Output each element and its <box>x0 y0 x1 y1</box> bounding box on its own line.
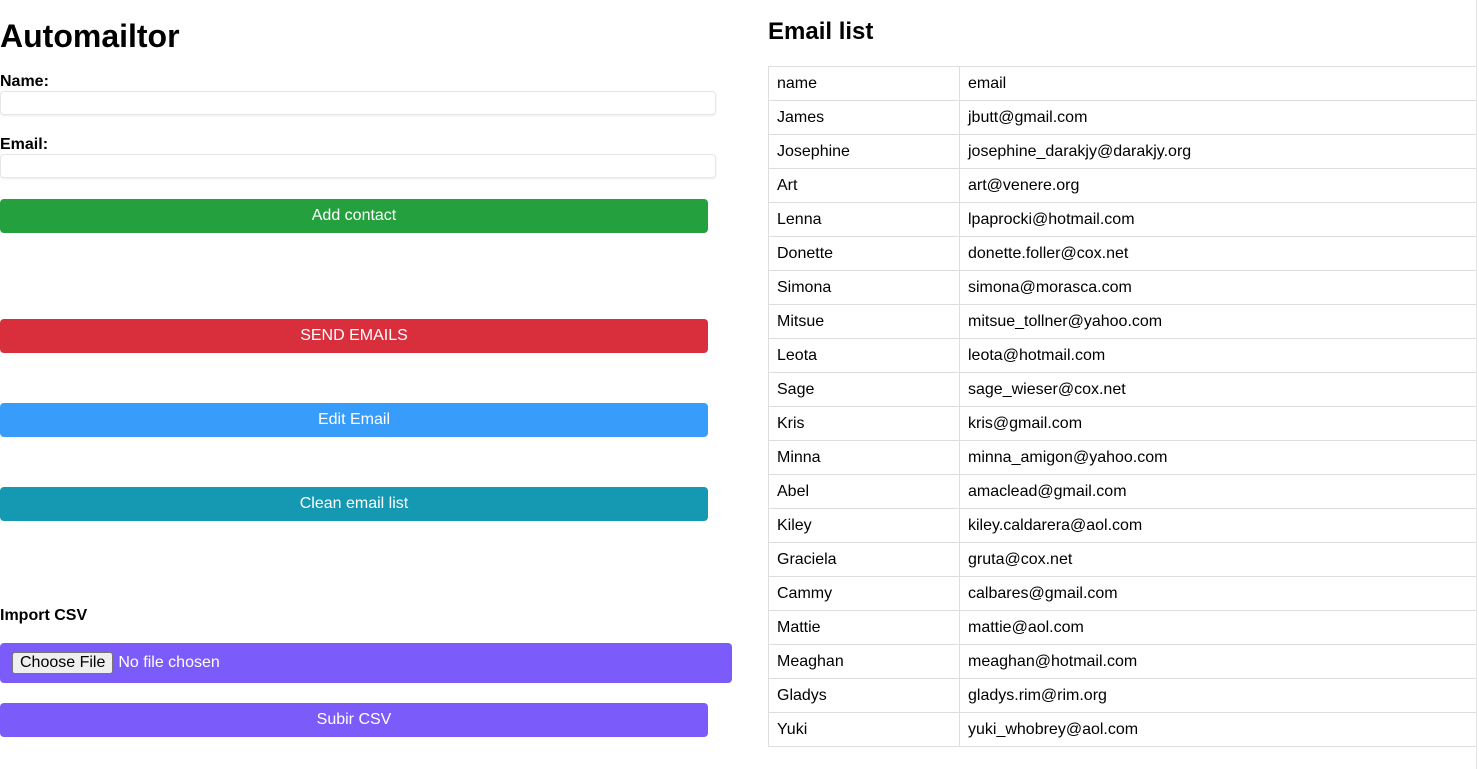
cell-email: gladys.rim@rim.org <box>959 678 1477 713</box>
table-row: Leota leota@hotmail.com <box>768 338 1477 373</box>
upload-csv-button[interactable]: Subir CSV <box>0 703 708 737</box>
table-row: Donette donette.foller@cox.net <box>768 236 1477 271</box>
cell-email: minna_amigon@yahoo.com <box>959 440 1477 475</box>
table-row: Meaghan meaghan@hotmail.com <box>768 644 1477 679</box>
clean-email-list-button[interactable]: Clean email list <box>0 487 708 521</box>
cell-name: Yuki <box>768 712 960 747</box>
name-input[interactable] <box>0 91 716 115</box>
cell-email: gruta@cox.net <box>959 542 1477 577</box>
cell-email: meaghan@hotmail.com <box>959 644 1477 679</box>
choose-file-button[interactable]: Choose File <box>12 652 114 674</box>
scrollbar-track[interactable] <box>1476 0 1477 769</box>
cell-name: Simona <box>768 270 960 305</box>
table-row: Sage sage_wieser@cox.net <box>768 372 1477 407</box>
email-input[interactable] <box>0 154 716 178</box>
table-row: Kris kris@gmail.com <box>768 406 1477 441</box>
app-title: Automailtor <box>0 18 180 54</box>
add-contact-button[interactable]: Add contact <box>0 199 708 233</box>
cell-email: mitsue_tollner@yahoo.com <box>959 304 1477 339</box>
table-row: Graciela gruta@cox.net <box>768 542 1477 577</box>
cell-email: simona@morasca.com <box>959 270 1477 305</box>
cell-email: sage_wieser@cox.net <box>959 372 1477 407</box>
cell-name: Sage <box>768 372 960 407</box>
cell-name: Mitsue <box>768 304 960 339</box>
column-header-name: name <box>768 66 960 101</box>
cell-name: Abel <box>768 474 960 509</box>
table-row: Mattie mattie@aol.com <box>768 610 1477 645</box>
table-row: Simona simona@morasca.com <box>768 270 1477 305</box>
cell-email: josephine_darakjy@darakjy.org <box>959 134 1477 169</box>
csv-file-input[interactable]: Choose File No file chosen <box>0 643 732 683</box>
file-status-text: No file chosen <box>118 654 220 671</box>
table-row: Cammy calbares@gmail.com <box>768 576 1477 611</box>
column-header-email: email <box>959 66 1477 101</box>
send-emails-button[interactable]: SEND EMAILS <box>0 319 708 353</box>
table-header-row: name email <box>768 66 1477 101</box>
cell-email: mattie@aol.com <box>959 610 1477 645</box>
table-row: Josephine josephine_darakjy@darakjy.org <box>768 134 1477 169</box>
table-row: Kiley kiley.caldarera@aol.com <box>768 508 1477 543</box>
table-row: Lenna lpaprocki@hotmail.com <box>768 202 1477 237</box>
email-list-title: Email list <box>768 18 874 45</box>
cell-email: leota@hotmail.com <box>959 338 1477 373</box>
cell-name: Kris <box>768 406 960 441</box>
table-row: James jbutt@gmail.com <box>768 100 1477 135</box>
cell-name: Meaghan <box>768 644 960 679</box>
cell-name: Gladys <box>768 678 960 713</box>
cell-email: amaclead@gmail.com <box>959 474 1477 509</box>
cell-name: Lenna <box>768 202 960 237</box>
table-row: Mitsue mitsue_tollner@yahoo.com <box>768 304 1477 339</box>
cell-name: Kiley <box>768 508 960 543</box>
table-row: Minna minna_amigon@yahoo.com <box>768 440 1477 475</box>
cell-name: Josephine <box>768 134 960 169</box>
cell-email: art@venere.org <box>959 168 1477 203</box>
table-row: Yuki yuki_whobrey@aol.com <box>768 712 1477 747</box>
cell-name: Art <box>768 168 960 203</box>
email-list-table: name email James jbutt@gmail.com Josephine… <box>768 66 1477 747</box>
cell-name: Donette <box>768 236 960 271</box>
email-label: Email: <box>0 136 49 153</box>
cell-name: Mattie <box>768 610 960 645</box>
cell-email: lpaprocki@hotmail.com <box>959 202 1477 237</box>
cell-name: Graciela <box>768 542 960 577</box>
table-row: Gladys gladys.rim@rim.org <box>768 678 1477 713</box>
name-label: Name: <box>0 73 49 90</box>
cell-name: Cammy <box>768 576 960 611</box>
table-row: Art art@venere.org <box>768 168 1477 203</box>
cell-name: James <box>768 100 960 135</box>
cell-email: yuki_whobrey@aol.com <box>959 712 1477 747</box>
cell-email: donette.foller@cox.net <box>959 236 1477 271</box>
cell-email: kris@gmail.com <box>959 406 1477 441</box>
cell-name: Leota <box>768 338 960 373</box>
import-csv-label: Import CSV <box>0 607 88 624</box>
edit-email-button[interactable]: Edit Email <box>0 403 708 437</box>
cell-name: Minna <box>768 440 960 475</box>
cell-email: kiley.caldarera@aol.com <box>959 508 1477 543</box>
cell-email: calbares@gmail.com <box>959 576 1477 611</box>
table-row: Abel amaclead@gmail.com <box>768 474 1477 509</box>
cell-email: jbutt@gmail.com <box>959 100 1477 135</box>
